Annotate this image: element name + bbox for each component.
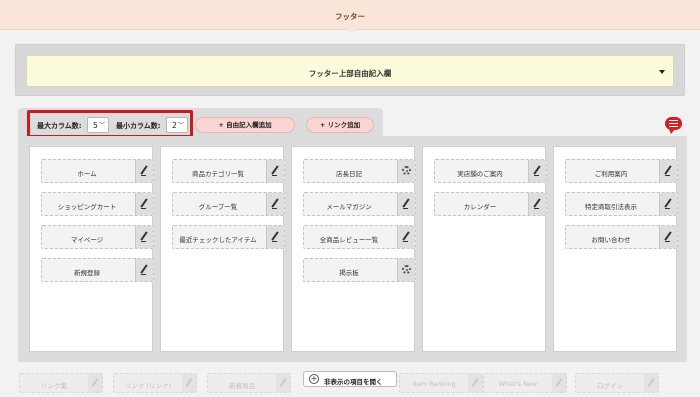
footer-column: ホームショッピングカート マイページ新規登録 (29, 146, 154, 352)
pencil-icon[interactable] (528, 193, 546, 215)
footer-link-label: お問い合わせ (591, 236, 631, 244)
hidden-item[interactable]: ログイン (575, 373, 659, 393)
max-columns-select[interactable]: 5 ﹀ (87, 117, 109, 133)
pencil-icon[interactable] (88, 374, 102, 392)
hidden-item-label: リンク集 (41, 382, 67, 390)
pencil-icon[interactable] (266, 160, 284, 182)
footer-link-label: 実店舗のご案内 (457, 170, 503, 178)
hidden-item[interactable]: 新着商品 (207, 373, 291, 393)
footer-column: 実店舗のご案内 カレンダー (422, 146, 547, 352)
pencil-icon[interactable] (659, 193, 677, 215)
pencil-icon[interactable] (659, 226, 677, 248)
pencil-icon[interactable] (468, 374, 482, 392)
footer-link-label: 全商品レビュー一覧 (319, 236, 379, 244)
hidden-item[interactable]: What's New (483, 373, 567, 393)
max-columns-label: 最大カラム数: (37, 122, 82, 130)
footer-link-item[interactable]: ホーム (41, 159, 154, 183)
hidden-item-label: 新着商品 (229, 382, 255, 390)
comment-icon[interactable] (665, 117, 682, 134)
footer-link-label: 新規登録 (74, 269, 100, 277)
header-notch (346, 29, 356, 34)
hidden-item[interactable]: リンク (リンク) (113, 373, 197, 393)
footer-link-item[interactable]: ショッピングカート (41, 192, 154, 216)
footer-link-item[interactable]: ご利用案内 (565, 159, 678, 183)
footer-link-label: グループ一覧 (198, 203, 238, 211)
footer-link-label: メールマガジン (326, 203, 372, 211)
pencil-icon[interactable] (659, 160, 677, 182)
hidden-item[interactable]: リンク集 (19, 373, 103, 393)
footer-link-item[interactable]: 特定商取引法表示 (565, 192, 678, 216)
footer-header: フッター (0, 0, 700, 34)
open-hidden-label: 非表示の項目を開く (324, 378, 383, 386)
hidden-item-label: Item Ranking (412, 380, 456, 388)
hidden-item-label: リンク (リンク) (124, 382, 172, 390)
plus-circle-icon: + (309, 374, 319, 384)
gear-icon[interactable] (397, 160, 415, 182)
footer-link-item[interactable]: 全商品レビュー一覧 (303, 225, 416, 249)
footer-link-item[interactable]: カレンダー (434, 192, 547, 216)
footer-link-label: 店長日記 (336, 170, 362, 178)
pencil-icon[interactable] (182, 374, 196, 392)
pencil-icon[interactable] (266, 193, 284, 215)
pencil-icon[interactable] (528, 160, 546, 182)
min-columns-label: 最小カラム数: (116, 122, 161, 130)
gear-icon[interactable] (397, 259, 415, 281)
pencil-icon[interactable] (135, 226, 153, 248)
footer-link-label: マイページ (70, 236, 104, 244)
columns-area: ホーム ショッピングカート マイページ 新規登録 商品カテゴリ一覧 グループ一覧 最近チェッ… (18, 136, 687, 362)
footer-link-label: ホーム (77, 170, 97, 178)
footer-column: ご利用案内特定商取引法表示 お問い合わせ (553, 146, 678, 352)
footer-link-label: 最近チェックしたアイテム (179, 236, 257, 244)
open-hidden-items-button[interactable]: + 非表示の項目を開く (303, 371, 397, 387)
free-input-label: フッター上部自由記入欄 (308, 69, 392, 78)
free-input-panel: フッター上部自由記入欄 (15, 44, 685, 96)
footer-link-item[interactable]: メールマガジン (303, 192, 416, 216)
pencil-icon[interactable] (552, 374, 566, 392)
hidden-item-label: What's New (498, 380, 538, 388)
footer-column: 商品カテゴリ一覧 グループ一覧最近チェックしたアイテム (160, 146, 285, 352)
footer-link-item[interactable]: 実店舗のご案内 (434, 159, 547, 183)
footer-link-item[interactable]: 最近チェックしたアイテム (172, 225, 285, 249)
footer-link-item[interactable]: マイページ (41, 225, 154, 249)
chevron-down-icon: ﹀ (177, 122, 184, 129)
add-free-input-button[interactable]: + 自由記入欄追加 (195, 117, 295, 133)
footer-column: 店長日記メールマガジン 全商品レビュー一覧 掲示板 (291, 146, 416, 352)
footer-link-label: カレンダー (463, 203, 497, 211)
caret-down-icon[interactable] (659, 70, 665, 74)
pencil-icon[interactable] (644, 374, 658, 392)
footer-link-item[interactable]: 店長日記 (303, 159, 416, 183)
footer-link-label: 掲示板 (339, 269, 359, 277)
min-columns-select[interactable]: 2 ﹀ (166, 117, 188, 133)
max-columns-value: 5 (93, 121, 98, 130)
footer-link-item[interactable]: 商品カテゴリ一覧 (172, 159, 285, 183)
footer-link-label: 特定商取引法表示 (585, 203, 637, 211)
footer-link-item[interactable]: 掲示板 (303, 258, 416, 282)
min-columns-value: 2 (172, 121, 177, 130)
pencil-icon[interactable] (276, 374, 290, 392)
add-link-button[interactable]: + リンク追加 (306, 117, 374, 133)
pencil-icon[interactable] (397, 226, 415, 248)
footer-title: フッター (335, 12, 365, 21)
chevron-down-icon: ﹀ (98, 122, 105, 129)
pencil-icon[interactable] (135, 160, 153, 182)
pencil-icon[interactable] (266, 226, 284, 248)
column-settings: 最大カラム数: 5 ﹀ 最小カラム数: 2 ﹀ (27, 110, 193, 138)
pencil-icon[interactable] (135, 193, 153, 215)
hidden-item[interactable]: Item Ranking (399, 373, 483, 393)
footer-link-label: 商品カテゴリ一覧 (192, 170, 244, 178)
footer-link-item[interactable]: 新規登録 (41, 258, 154, 282)
hidden-item-label: ログイン (597, 382, 623, 390)
footer-link-label: ショッピングカート (57, 203, 117, 211)
free-input-dropdown[interactable]: フッター上部自由記入欄 (26, 55, 674, 87)
footer-link-item[interactable]: グループ一覧 (172, 192, 285, 216)
footer-link-label: ご利用案内 (594, 170, 628, 178)
footer-link-item[interactable]: お問い合わせ (565, 225, 678, 249)
pencil-icon[interactable] (397, 193, 415, 215)
pencil-icon[interactable] (135, 259, 153, 281)
